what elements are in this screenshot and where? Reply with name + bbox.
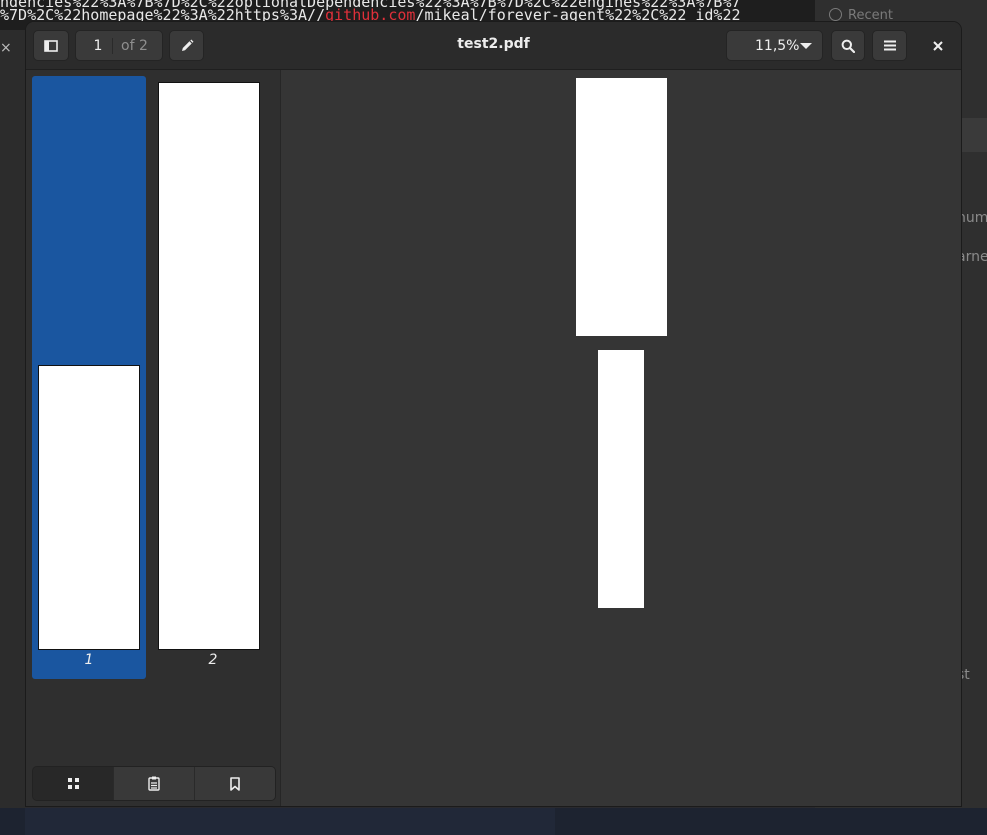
annotate-button[interactable] (169, 30, 204, 61)
page-thumbnail[interactable]: 1 (32, 76, 146, 679)
background-text-fragment: arne (957, 249, 987, 265)
sidebar: 1 2 (26, 70, 281, 806)
thumbnail-page-image (158, 82, 260, 650)
thumbnail-page-image (38, 365, 140, 650)
clock-icon (829, 8, 842, 21)
sidebar-toggle-button[interactable] (33, 30, 69, 61)
sidebar-view-switcher (32, 766, 276, 801)
outline-document-icon (148, 776, 160, 791)
zoom-dropdown[interactable]: 11,5% (726, 30, 823, 61)
page-count-label: of 2 (121, 37, 148, 54)
outline-view-button[interactable] (114, 767, 195, 800)
current-page-input[interactable]: 1 (84, 37, 113, 54)
bookmarks-view-button[interactable] (195, 767, 275, 800)
page-number-field[interactable]: 1 of 2 (75, 30, 163, 61)
recent-item[interactable]: Recent (829, 8, 893, 23)
close-window-button[interactable] (923, 30, 953, 61)
zoom-level: 11,5% (755, 37, 800, 54)
thumbnail-label: 2 (208, 652, 218, 668)
hamburger-menu-icon (883, 40, 896, 51)
close-icon[interactable]: × (0, 40, 12, 56)
thumbnail-label: 1 (84, 652, 94, 668)
document-view[interactable] (281, 70, 961, 806)
taskbar (0, 808, 987, 835)
bookmark-icon (230, 776, 240, 791)
chevron-down-icon (800, 43, 812, 49)
search-icon (841, 39, 855, 53)
search-button[interactable] (831, 30, 865, 61)
headerbar: 1 of 2 test2.pdf 11,5% (26, 22, 961, 70)
background-text-fragment: hum (957, 210, 987, 226)
background-row (960, 118, 987, 152)
taskbar-segment (25, 808, 555, 835)
grid-icon (67, 778, 79, 789)
main-menu-button[interactable] (872, 30, 907, 61)
terminal-line: %7D%2C%22homepage%22%3A%22https%3A//gith… (0, 7, 741, 23)
page-thumbnail[interactable]: 2 (156, 76, 270, 679)
recent-label: Recent (848, 8, 893, 23)
close-icon (933, 40, 943, 51)
pencil-icon (181, 39, 193, 51)
thumbnails-view-button[interactable] (33, 767, 114, 800)
sidebar-icon (44, 39, 58, 52)
document-page (598, 350, 644, 608)
document-viewer-window: 1 of 2 test2.pdf 11,5% 1 2 (26, 22, 961, 806)
document-page (576, 78, 667, 336)
background-window-left: × (0, 30, 26, 808)
